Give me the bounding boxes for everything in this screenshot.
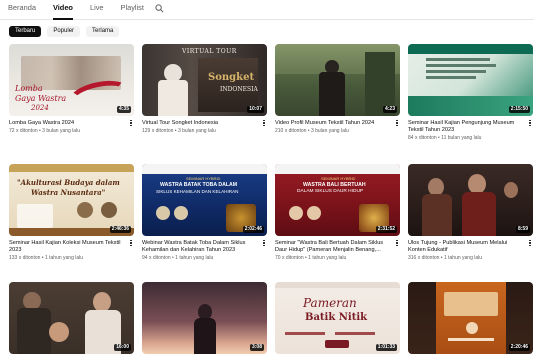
- thumb-text: Gaya Wastra: [15, 94, 67, 103]
- duration-badge: 8:59: [515, 226, 530, 233]
- tab-video[interactable]: Video: [52, 0, 73, 20]
- video-thumbnail[interactable]: SEMINAR HYBRID WASTRA BALI BERTUAH DALAM…: [275, 164, 400, 236]
- duration-badge: 2:15:50: [508, 106, 530, 113]
- video-stats: 84 x ditonton • 11 bulan yang lalu: [408, 135, 482, 141]
- duration-badge: 4:23: [382, 106, 397, 113]
- video-card[interactable]: 2:20:46: [408, 282, 533, 354]
- thumb-text: Songket: [208, 72, 255, 83]
- video-card[interactable]: Pameran Batik Nitik 1:01:33: [275, 282, 400, 354]
- video-thumbnail[interactable]: 16:00: [9, 282, 134, 354]
- video-card[interactable]: 4:23 Video Profil Museum Tekstil Tahun 2…: [275, 44, 400, 135]
- thumb-text: DALAM SIKLUS DAUR HIDUP: [297, 189, 364, 194]
- video-thumbnail[interactable]: SEMINAR HYBRID WASTRA BATAK TOBA DALAM S…: [142, 164, 267, 236]
- video-thumbnail[interactable]: 2:15:50: [408, 44, 533, 116]
- video-card[interactable]: VIRTUAL TOUR Songket INDONESIA 10:07 Vir…: [142, 44, 267, 135]
- sort-chips: Terbaru Populer Terlama: [9, 26, 120, 37]
- video-card[interactable]: 16:00: [9, 282, 134, 354]
- more-actions-icon[interactable]: [261, 240, 267, 250]
- video-thumbnail[interactable]: 4:23: [275, 44, 400, 116]
- chip-terlama[interactable]: Terlama: [86, 26, 120, 37]
- video-thumbnail[interactable]: VIRTUAL TOUR Songket INDONESIA 10:07: [142, 44, 267, 116]
- tab-playlist[interactable]: Playlist: [121, 0, 144, 19]
- more-actions-icon[interactable]: [527, 120, 533, 130]
- tab-beranda[interactable]: Beranda: [8, 0, 36, 19]
- video-title[interactable]: Webinar Wastra Batak Toba Dalam Siklus K…: [142, 240, 257, 254]
- video-thumbnail[interactable]: 3:08: [142, 282, 267, 354]
- thumb-text: Wastra Nusantara": [31, 188, 106, 197]
- more-actions-icon[interactable]: [394, 240, 400, 250]
- thumb-text: SEMINAR HYBRID: [186, 176, 221, 181]
- video-thumbnail[interactable]: Pameran Batik Nitik 1:01:33: [275, 282, 400, 354]
- thumb-text: VIRTUAL TOUR: [182, 48, 237, 55]
- video-card[interactable]: 8:59 Ulos Tujung - Publikasi Museum Mela…: [408, 164, 533, 262]
- video-card[interactable]: SEMINAR HYBRID WASTRA BALI BERTUAH DALAM…: [275, 164, 400, 262]
- thumb-text: Batik Nitik: [305, 312, 368, 323]
- thumb-text: "Akulturasi Budaya dalam: [17, 178, 120, 187]
- video-card[interactable]: Lomba Gaya Wastra 2024 4:35 Lomba Gaya W…: [9, 44, 134, 135]
- video-title[interactable]: Lomba Gaya Wastra 2024: [9, 120, 124, 127]
- video-title[interactable]: Seminar Hasil Kajian Pengunjung Museum T…: [408, 120, 523, 134]
- video-stats: 133 x ditonton • 1 tahun yang lalu: [9, 255, 84, 261]
- duration-badge: 4:35: [116, 106, 131, 113]
- thumb-text: SEMINAR HYBRID: [321, 176, 356, 181]
- duration-badge: 2:02:46: [242, 226, 264, 233]
- duration-badge: 10:07: [247, 106, 264, 113]
- video-stats: 72 x ditonton • 3 bulan yang lalu: [9, 128, 80, 134]
- thumb-text: WASTRA BATAK TOBA DALAM: [160, 182, 238, 188]
- video-thumbnail[interactable]: Lomba Gaya Wastra 2024 4:35: [9, 44, 134, 116]
- thumb-text: 2024: [31, 104, 49, 112]
- more-actions-icon[interactable]: [128, 240, 134, 250]
- duration-badge: 1:01:33: [375, 344, 397, 351]
- video-card[interactable]: 2:15:50 Seminar Hasil Kajian Pengunjung …: [408, 44, 533, 142]
- video-card[interactable]: 3:08: [142, 282, 267, 354]
- thumb-text: INDONESIA: [220, 86, 258, 93]
- thumb-text: WASTRA BALI BERTUAH: [303, 182, 366, 188]
- channel-tabs: Beranda Video Live Playlist: [0, 0, 534, 20]
- duration-badge: 2:20:46: [508, 344, 530, 351]
- video-title[interactable]: Seminar "Wastra Bali Bertuah Dalam Siklu…: [275, 240, 390, 254]
- chip-terbaru[interactable]: Terbaru: [9, 26, 42, 37]
- video-title[interactable]: Virtual Tour Songket Indonesia: [142, 120, 257, 127]
- video-stats: 316 x ditonton • 1 tahun yang lalu: [408, 255, 483, 261]
- video-thumbnail[interactable]: "Akulturasi Budaya dalam Wastra Nusantar…: [9, 164, 134, 236]
- video-thumbnail[interactable]: 2:20:46: [408, 282, 533, 354]
- video-title[interactable]: Seminar Hasil Kajian Koleksi Museum Teks…: [9, 240, 124, 254]
- more-actions-icon[interactable]: [527, 240, 533, 250]
- more-actions-icon[interactable]: [128, 120, 134, 130]
- video-stats: 210 x ditonton • 3 bulan yang lalu: [275, 128, 349, 134]
- video-stats: 70 x ditonton • 1 tahun yang lalu: [275, 255, 347, 261]
- thumb-text: Lomba: [15, 84, 43, 93]
- search-icon[interactable]: [153, 0, 167, 19]
- video-stats: 129 x ditonton • 3 bulan yang lalu: [142, 128, 216, 134]
- video-title[interactable]: Video Profil Museum Tekstil Tahun 2024: [275, 120, 390, 127]
- duration-badge: 2:31:52: [375, 226, 397, 233]
- video-title[interactable]: Ulos Tujung - Publikasi Museum Melalui K…: [408, 240, 523, 254]
- video-card[interactable]: SEMINAR HYBRID WASTRA BATAK TOBA DALAM S…: [142, 164, 267, 262]
- duration-badge: 3:08: [249, 344, 264, 351]
- video-card[interactable]: "Akulturasi Budaya dalam Wastra Nusantar…: [9, 164, 134, 262]
- more-actions-icon[interactable]: [261, 120, 267, 130]
- more-actions-icon[interactable]: [394, 120, 400, 130]
- video-thumbnail[interactable]: 8:59: [408, 164, 533, 236]
- thumb-text: Pameran: [303, 296, 357, 310]
- video-stats: 94 x ditonton • 1 tahun yang lalu: [142, 255, 214, 261]
- chip-populer[interactable]: Populer: [47, 26, 81, 37]
- duration-badge: 16:00: [114, 344, 131, 351]
- duration-badge: 2:46:36: [109, 226, 131, 233]
- tab-live[interactable]: Live: [90, 0, 104, 19]
- thumb-text: SIKLUS KEHAMILAN DAN KELAHIRAN: [156, 189, 239, 194]
